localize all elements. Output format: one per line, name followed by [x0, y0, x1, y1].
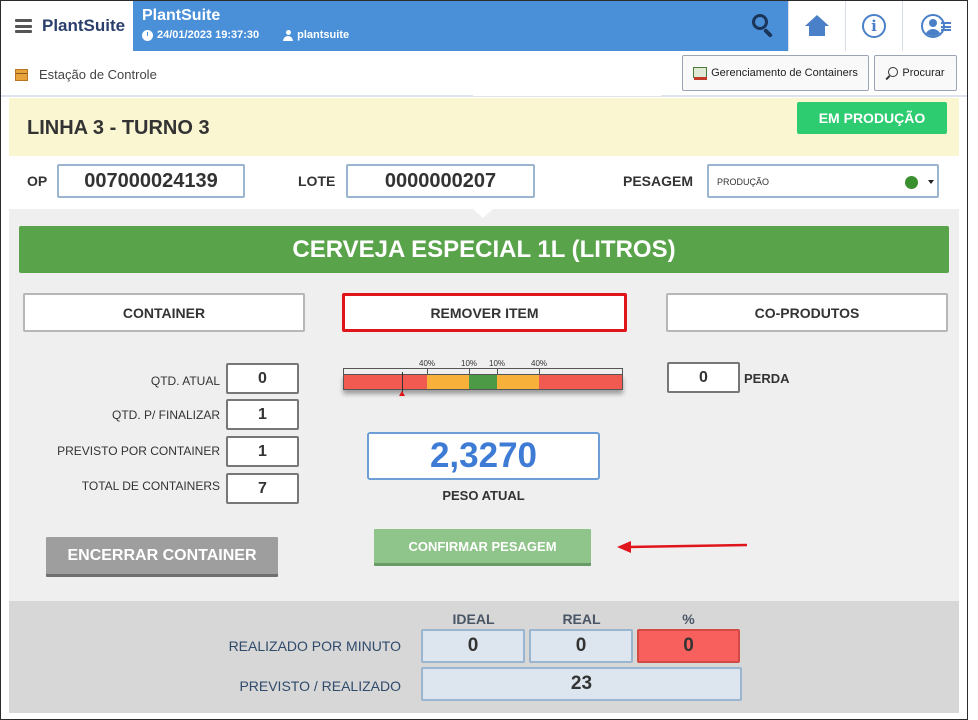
user-profile-button[interactable] [902, 1, 967, 51]
col-pct: % [682, 611, 695, 627]
peso-atual-value: 2,3270 [367, 432, 600, 480]
procurar-label: Procurar [902, 67, 945, 79]
procurar-button[interactable]: Procurar [874, 55, 957, 91]
gauge-tick [622, 368, 623, 374]
perda-label: PERDA [744, 371, 790, 386]
username: plantsuite [297, 29, 350, 41]
peso-atual-label: PESO ATUAL [442, 488, 525, 503]
gauge-tick-label: 40% [530, 359, 548, 368]
header-meta: 24/01/2023 19:37:30 plantsuite [142, 29, 349, 41]
op-field[interactable]: 007000024139 [57, 164, 245, 198]
gauge-zone [469, 375, 497, 389]
previsto-realizado-label: PREVISTO / REALIZADO [239, 678, 401, 694]
co-produtos-button[interactable]: CO-PRODUTOS [666, 293, 948, 332]
op-label: OP [27, 173, 48, 189]
control-station-icon [15, 68, 28, 81]
chevron-down-icon [928, 180, 934, 184]
menu-icon[interactable] [15, 19, 32, 33]
weighing-panel: CERVEJA ESPECIAL 1L (LITROS) CONTAINER R… [9, 209, 959, 601]
gauge-zone [538, 375, 622, 389]
breadcrumb[interactable]: Estação de Controle [15, 67, 157, 82]
info-button[interactable]: i [845, 1, 902, 51]
previsto-label: PREVISTO POR CONTAINER [57, 444, 220, 458]
lote-field[interactable]: 0000000207 [346, 164, 535, 198]
container-button[interactable]: CONTAINER [23, 293, 305, 332]
containers-management-button[interactable]: Gerenciamento de Containers [682, 55, 869, 91]
product-banner: CERVEJA ESPECIAL 1L (LITROS) [19, 226, 949, 273]
qtd-atual-value: 0 [226, 363, 299, 394]
magnifier-icon [886, 67, 899, 79]
gauge-needle [401, 372, 403, 392]
pesagem-select[interactable]: PRODUÇÃO [707, 164, 939, 198]
status-button[interactable]: EM PRODUÇÃO [797, 102, 947, 134]
user-icon [283, 29, 294, 41]
home-button[interactable] [788, 1, 845, 51]
containers-icon [693, 66, 708, 80]
confirmar-pesagem-button[interactable]: CONFIRMAR PESAGEM [374, 529, 591, 563]
realizado-pct-value: 0 [637, 629, 740, 663]
production-stats: IDEAL REAL % REALIZADO POR MINUTO 0 0 0 … [9, 601, 959, 713]
top-icon-group: i [788, 1, 967, 51]
app-window: PlantSuite PlantSuite 24/01/2023 19:37:3… [0, 0, 968, 720]
gauge-tick-label: 10% [488, 359, 506, 368]
gauge-tick [469, 368, 470, 374]
qtd-finalizar-value: 1 [226, 399, 299, 430]
qtd-finalizar-label: QTD. P/ FINALIZAR [111, 408, 220, 422]
total-containers-label: TOTAL DE CONTAINERS [81, 479, 220, 493]
previsto-realizado-value: 23 [421, 667, 742, 701]
previsto-value: 1 [226, 436, 299, 467]
remover-item-button[interactable]: REMOVER ITEM [342, 293, 627, 332]
pesagem-value: PRODUÇÃO [717, 177, 770, 187]
info-icon: i [862, 14, 886, 38]
gauge-bar [343, 374, 623, 390]
gauge-zone [496, 375, 539, 389]
pesagem-label: PESAGEM [623, 173, 694, 189]
encerrar-container-button[interactable]: ENCERRAR CONTAINER [46, 537, 278, 574]
brand[interactable]: PlantSuite [1, 1, 133, 51]
realizado-minuto-label: REALIZADO POR MINUTO [228, 638, 401, 654]
containers-management-label: Gerenciamento de Containers [711, 67, 858, 79]
status-dot-icon [905, 176, 918, 189]
home-icon [805, 15, 829, 37]
perda-value: 0 [667, 362, 740, 393]
header-bar: PlantSuite 24/01/2023 19:37:30 plantsuit… [133, 1, 788, 51]
line-title: LINHA 3 - TURNO 3 [27, 117, 210, 139]
breadcrumb-label: Estação de Controle [39, 67, 157, 82]
gauge-tick [343, 368, 344, 374]
app-title: PlantSuite [142, 7, 221, 24]
realizado-ideal-value: 0 [421, 629, 525, 663]
search-icon[interactable] [750, 13, 776, 39]
total-containers-value: 7 [226, 473, 299, 504]
brand-name: PlantSuite [42, 16, 126, 35]
top-bar: PlantSuite PlantSuite 24/01/2023 19:37:3… [1, 1, 967, 51]
gauge-tick [427, 368, 428, 374]
clock-icon [142, 29, 153, 41]
col-ideal: IDEAL [452, 611, 495, 627]
gauge-zone [427, 375, 470, 389]
sub-bar: Estação de Controle Gerenciamento de Con… [1, 51, 967, 97]
datetime: 24/01/2023 19:37:30 [157, 29, 260, 41]
gauge-zone [344, 375, 428, 389]
realizado-real-value: 0 [529, 629, 633, 663]
gauge-tick [497, 368, 498, 374]
user-profile-icon [920, 13, 951, 39]
gauge-tick [539, 368, 540, 374]
gauge-marker-icon [398, 391, 405, 396]
col-real: REAL [562, 611, 601, 627]
order-row: OP 007000024139 LOTE 0000000207 PESAGEM … [9, 156, 959, 209]
line-header: LINHA 3 - TURNO 3 EM PRODUÇÃO [9, 98, 959, 156]
gauge-tick-label: 10% [460, 359, 478, 368]
gauge-tick-label: 40% [418, 359, 436, 368]
tolerance-gauge: 40% 10% 10% 40% [341, 359, 625, 401]
qtd-atual-label: QTD. ATUAL [150, 374, 220, 388]
annotation-arrow-icon [617, 541, 748, 553]
lote-label: LOTE [298, 173, 336, 189]
